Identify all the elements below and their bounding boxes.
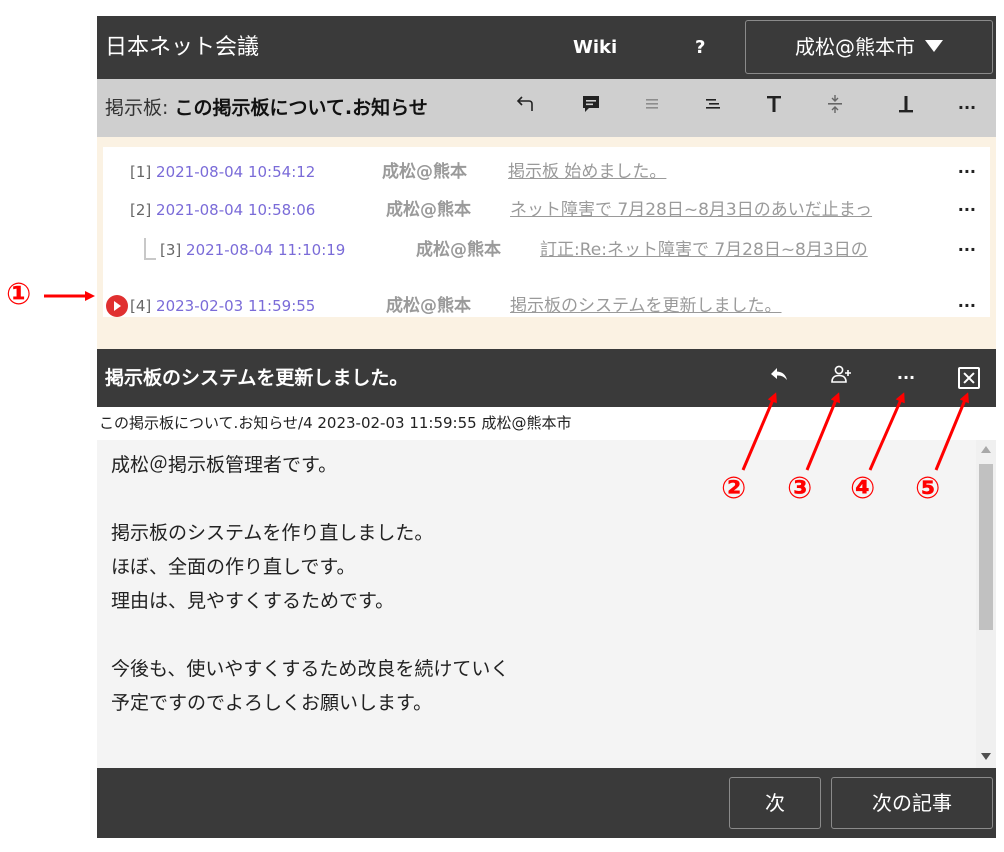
thread-subject-link[interactable]: 掲示板のシステムを更新しました。 <box>510 286 940 326</box>
scroll-down-icon[interactable] <box>981 753 991 760</box>
article-header: 掲示板のシステムを更新しました。 ··· <box>97 349 996 407</box>
article-line <box>111 482 962 516</box>
caret-down-icon <box>925 40 943 52</box>
thread-row-1[interactable]: [1] 2021-08-04 10:54:12 成松@熊本 掲示板 始めました。… <box>103 152 990 192</box>
user-name: 成松@熊本市 <box>795 35 915 59</box>
thread-number: [1] <box>130 163 152 181</box>
article-meta: この掲示板について.お知らせ/4 2023-02-03 11:59:55 成松@… <box>97 407 996 440</box>
thread-list-inner: [1] 2021-08-04 10:54:12 成松@熊本 掲示板 始めました。… <box>103 147 990 317</box>
align-bottom-icon[interactable] <box>891 93 921 123</box>
align-right-icon[interactable] <box>698 93 728 123</box>
app-title[interactable]: 日本ネット会議 <box>105 16 259 79</box>
next-button[interactable]: 次 <box>729 777 821 829</box>
thread-subject-link[interactable]: 訂正:Re:ネット障害で 7月28日~8月3日の <box>540 230 940 270</box>
user-menu-button[interactable]: 成松@熊本市 <box>745 20 993 74</box>
thread-more-button[interactable]: ··· <box>958 286 976 326</box>
annotation-3: ③ <box>787 471 813 506</box>
article-title: 掲示板のシステムを更新しました。 <box>105 367 409 389</box>
back-arrow-icon[interactable] <box>511 93 541 123</box>
comment-icon[interactable] <box>576 93 606 123</box>
close-article-icon[interactable] <box>958 367 980 389</box>
thread-list: [1] 2021-08-04 10:54:12 成松@熊本 掲示板 始めました。… <box>97 137 996 349</box>
thread-subject-link[interactable]: ネット障害で 7月28日~8月3日のあいだ止まっ <box>510 190 940 230</box>
annotation-2: ② <box>721 471 747 506</box>
annotation-4: ④ <box>850 471 876 506</box>
article-line <box>111 618 962 652</box>
help-button[interactable]: ? <box>695 16 705 79</box>
board-label: 掲示板: <box>105 97 169 119</box>
article-body: 成松＠掲示板管理者です。 掲示板のシステムを作り直しました。 ほぼ、全面の作り直… <box>97 440 976 768</box>
article-scrollbar[interactable] <box>976 440 996 768</box>
thread-row-4[interactable]: [4] 2023-02-03 11:59:55 成松@熊本 掲示板のシステムを更… <box>103 286 990 326</box>
next-article-button[interactable]: 次の記事 <box>831 777 993 829</box>
scroll-thumb[interactable] <box>979 464 993 630</box>
article-line: 今後も、使いやすくするため改良を続けていく <box>111 658 510 680</box>
align-top-icon[interactable] <box>759 93 789 123</box>
article-line: 掲示板のシステムを作り直しました。 <box>111 522 434 544</box>
thread-number: [3] <box>160 241 182 259</box>
thread-subject-link[interactable]: 掲示板 始めました。 <box>508 152 938 192</box>
annotation-5: ⑤ <box>915 471 941 506</box>
wiki-link[interactable]: Wiki <box>573 16 617 79</box>
thread-author: 成松@熊本 <box>386 200 471 220</box>
thread-datetime-link[interactable]: 2021-08-04 10:58:06 <box>156 201 315 219</box>
article-line: 成松＠掲示板管理者です。 <box>111 454 338 476</box>
thread-number: [2] <box>130 201 152 219</box>
board-more-button[interactable]: ··· <box>952 93 982 123</box>
article-line: ほぼ、全面の作り直しです。 <box>111 556 356 578</box>
article-more-button[interactable]: ··· <box>891 363 921 393</box>
board-title: 掲示板: この掲示板について.お知らせ <box>105 79 428 137</box>
thread-datetime-link[interactable]: 2023-02-03 11:59:55 <box>156 297 315 315</box>
align-left-icon[interactable] <box>637 93 667 123</box>
board-toolbar: 掲示板: この掲示板について.お知らせ ··· <box>97 79 996 137</box>
article-footer: 次 次の記事 <box>97 768 996 838</box>
board-name: この掲示板について.お知らせ <box>174 97 428 119</box>
thread-row-3[interactable]: [3] 2021-08-04 11:10:19 成松@熊本 訂正:Re:ネット障… <box>103 230 990 270</box>
thread-author: 成松@熊本 <box>416 240 501 260</box>
thread-number: [4] <box>130 297 152 315</box>
thread-more-button[interactable]: ··· <box>958 152 976 192</box>
add-user-icon[interactable] <box>827 363 857 393</box>
thread-datetime-link[interactable]: 2021-08-04 10:54:12 <box>156 163 315 181</box>
article-line: 理由は、見やすくするためです。 <box>111 590 395 612</box>
align-middle-icon[interactable] <box>820 93 850 123</box>
reply-icon[interactable] <box>764 363 794 393</box>
scroll-up-icon[interactable] <box>981 446 991 453</box>
article-line: 予定ですのでよろしくお願いします。 <box>111 692 433 714</box>
thread-datetime-link[interactable]: 2021-08-04 11:10:19 <box>186 241 345 259</box>
thread-more-button[interactable]: ··· <box>958 190 976 230</box>
thread-more-button[interactable]: ··· <box>958 230 976 270</box>
thread-author: 成松@熊本 <box>386 296 471 316</box>
thread-author: 成松@熊本 <box>382 162 467 182</box>
annotation-1: ① <box>6 277 32 312</box>
app-header: 日本ネット会議 Wiki ? 成松@熊本市 <box>97 16 996 79</box>
thread-row-2[interactable]: [2] 2021-08-04 10:58:06 成松@熊本 ネット障害で 7月2… <box>103 190 990 230</box>
bbs-app: 日本ネット会議 Wiki ? 成松@熊本市 掲示板: この掲示板について.お知ら… <box>97 16 996 838</box>
